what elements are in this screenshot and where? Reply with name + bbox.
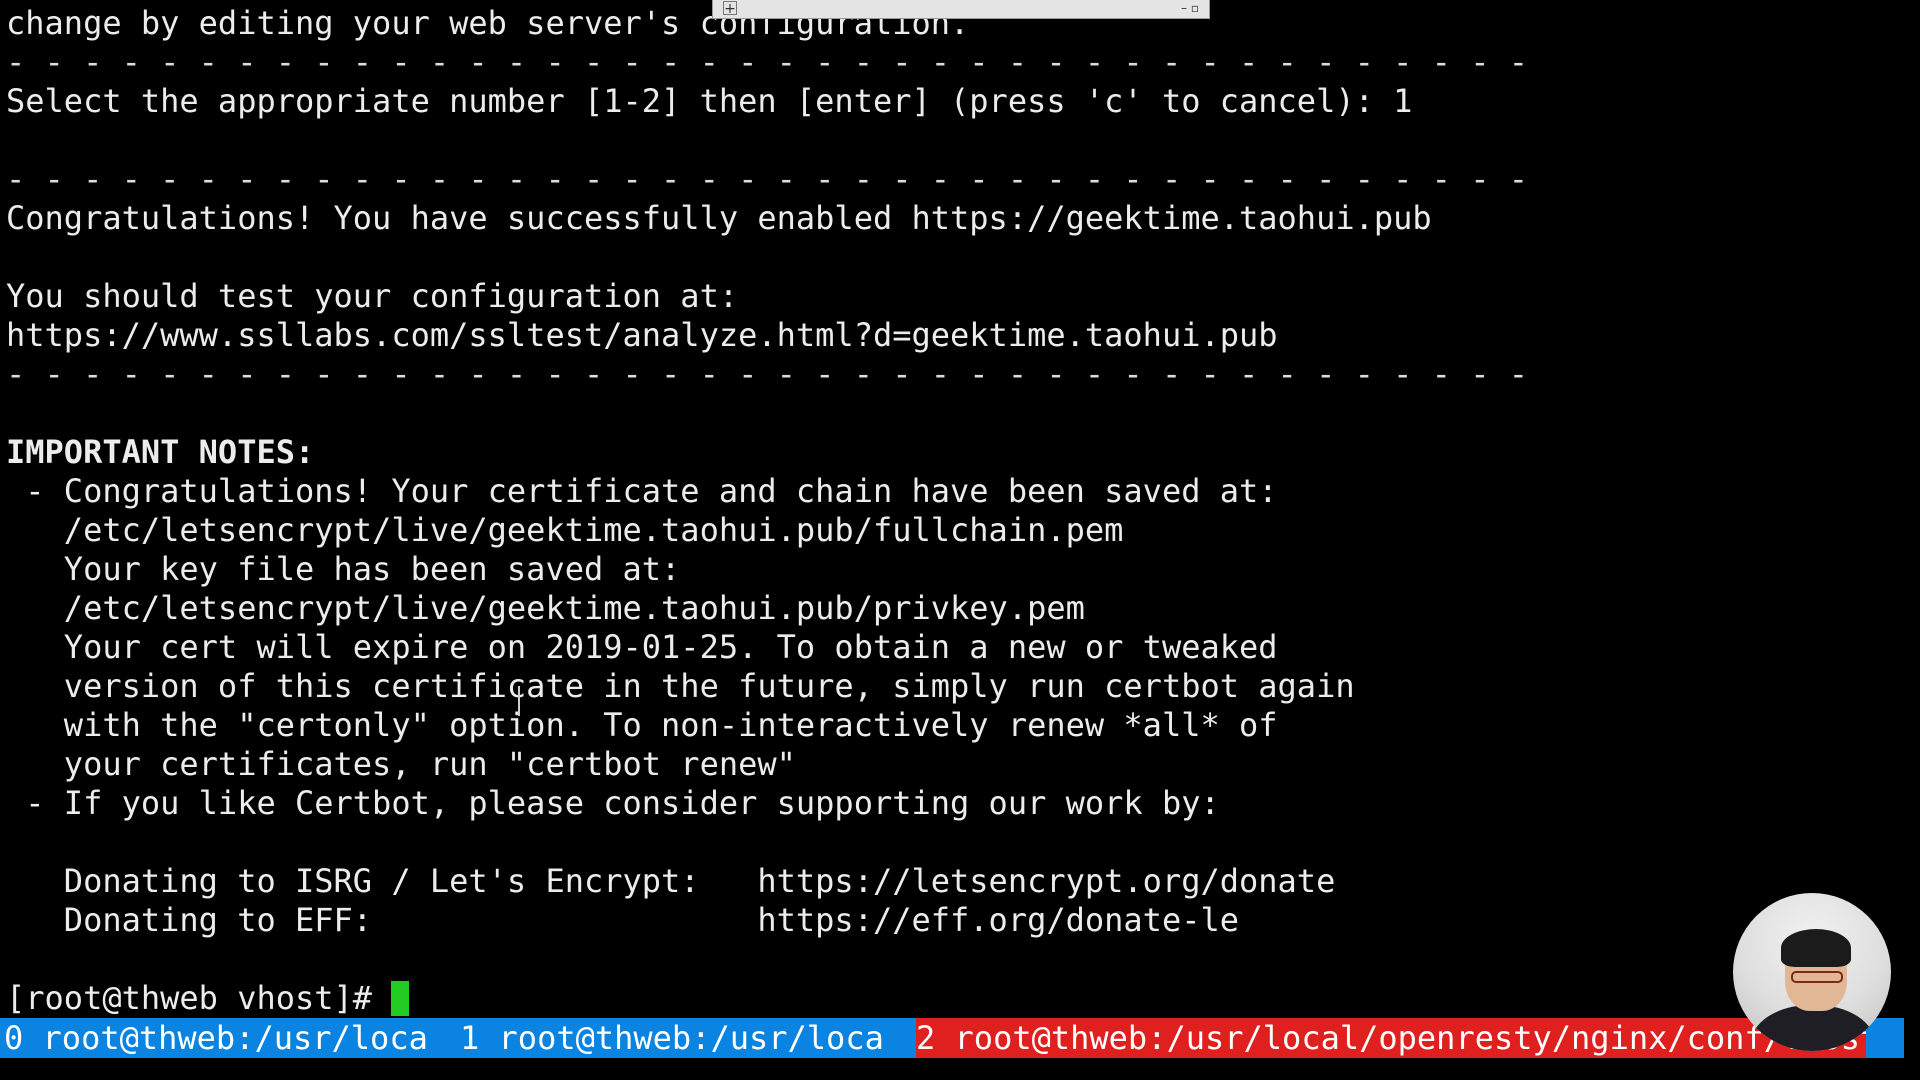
minimize-icon[interactable]: – ▫: [1181, 0, 1199, 16]
tmux-status-bar: 0 root@thweb:/usr/loca 1 root@thweb:/usr…: [0, 1018, 1904, 1058]
presenter-glasses: [1791, 971, 1843, 983]
terminal-line: Select the appropriate number [1-2] then…: [6, 82, 1413, 120]
pin-icon[interactable]: +: [723, 1, 737, 16]
terminal-line: Donating to EFF: https://eff.org/donate-…: [6, 901, 1239, 939]
terminal-line: version of this certificate in the futur…: [6, 667, 1355, 705]
terminal-line: with the "certonly" option. To non-inter…: [6, 706, 1278, 744]
terminal-cursor: [391, 981, 410, 1016]
terminal-line: Donating to ISRG / Let's Encrypt: https:…: [6, 862, 1336, 900]
presenter-webcam-overlay: [1733, 893, 1891, 1051]
ibeam-cursor-icon: [514, 686, 524, 716]
separator-line: - - - - - - - - - - - - - - - - - - - - …: [6, 160, 1528, 198]
terminal-line: https://www.ssllabs.com/ssltest/analyze.…: [6, 316, 1278, 354]
terminal-line: /etc/letsencrypt/live/geektime.taohui.pu…: [6, 511, 1124, 549]
terminal-line: You should test your configuration at:: [6, 277, 739, 315]
separator-line: - - - - - - - - - - - - - - - - - - - - …: [6, 355, 1528, 393]
section-heading: IMPORTANT NOTES:: [6, 433, 315, 471]
terminal-output[interactable]: change by editing your web server's conf…: [6, 0, 1906, 1017]
presenter-hair: [1781, 929, 1851, 967]
terminal-line: your certificates, run "certbot renew": [6, 745, 796, 783]
terminal-line: Your key file has been saved at:: [6, 550, 681, 588]
terminal-line: Your cert will expire on 2019-01-25. To …: [6, 628, 1278, 666]
separator-line: - - - - - - - - - - - - - - - - - - - - …: [6, 43, 1528, 81]
terminal-line: - Congratulations! Your certificate and …: [6, 472, 1278, 510]
tmux-window-0[interactable]: 0 root@thweb:/usr/loca: [4, 1018, 444, 1058]
terminal-line: Congratulations! You have successfully e…: [6, 199, 1432, 237]
terminal-line: - If you like Certbot, please consider s…: [6, 784, 1220, 822]
terminal-line: /etc/letsencrypt/live/geektime.taohui.pu…: [6, 589, 1085, 627]
shell-prompt[interactable]: [root@thweb vhost]#: [6, 979, 410, 1018]
presenter-body: [1751, 1005, 1875, 1051]
tmux-window-1[interactable]: 1 root@thweb:/usr/loca: [460, 1018, 900, 1058]
tmux-window-2-active[interactable]: 2 root@thweb:/usr/local/openresty/nginx/…: [916, 1018, 1866, 1058]
prompt-text: [root@thweb vhost]#: [6, 979, 392, 1017]
floating-toolbar[interactable]: + – ▫: [712, 0, 1210, 19]
